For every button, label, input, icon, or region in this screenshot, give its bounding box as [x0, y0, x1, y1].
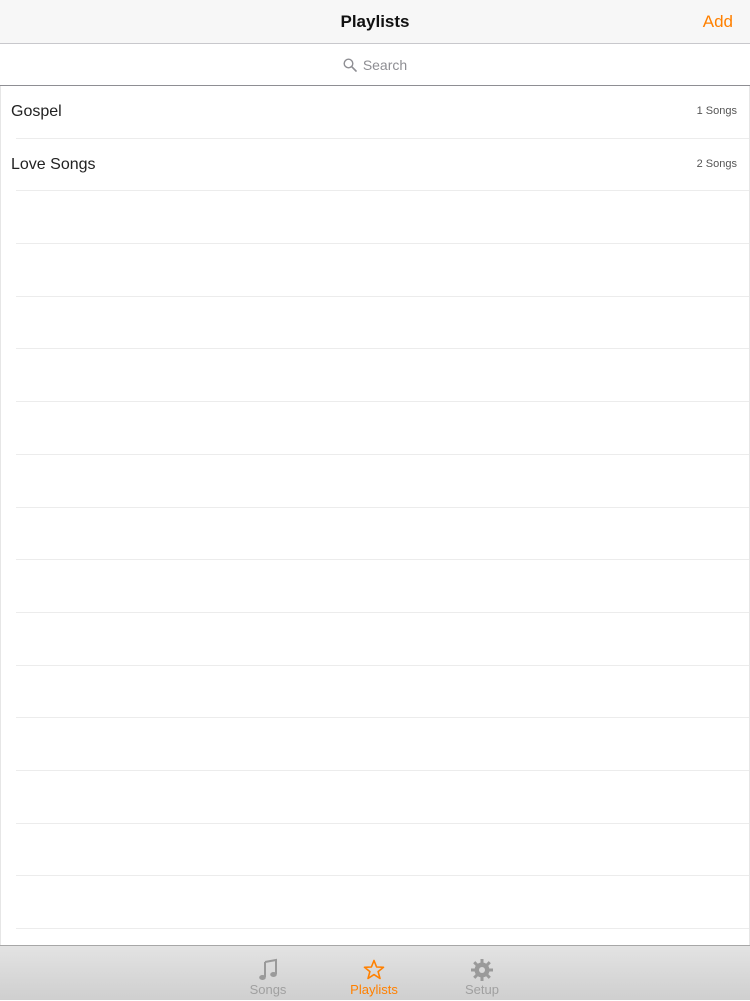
- playlist-song-count: 1 Songs: [696, 105, 737, 117]
- search-bar: Search: [0, 44, 750, 86]
- search-placeholder: Search: [362, 56, 408, 73]
- tab-songs[interactable]: Songs: [228, 946, 308, 1001]
- search-icon: [343, 57, 357, 72]
- empty-row: [16, 191, 749, 245]
- playlist-name: Gospel: [11, 103, 62, 120]
- tab-setup[interactable]: Setup: [442, 946, 522, 1001]
- empty-row: [16, 824, 749, 877]
- playlist-song-count: 2 Songs: [696, 157, 737, 170]
- empty-row: [16, 876, 749, 929]
- empty-row: [16, 613, 749, 666]
- playlist-list: Gospel 1 Songs Love Songs 2 Songs: [0, 86, 750, 945]
- empty-row: [16, 402, 749, 455]
- playlist-row-love-songs[interactable]: Love Songs 2 Songs: [11, 139, 749, 192]
- add-button[interactable]: Add: [703, 0, 733, 44]
- page-title: Playlists: [340, 12, 410, 31]
- empty-row: [16, 349, 749, 403]
- empty-row: [16, 718, 749, 771]
- gear-icon: [471, 959, 493, 981]
- empty-row: [16, 244, 749, 297]
- playlist-row-gospel[interactable]: Gospel 1 Songs: [11, 86, 749, 139]
- navigation-bar: Playlists Add: [0, 0, 750, 44]
- playlist-name: Love Songs: [11, 155, 96, 173]
- tab-label: Playlists: [350, 982, 398, 997]
- tab-label: Songs: [249, 982, 287, 997]
- star-icon: [363, 959, 385, 980]
- empty-row: [16, 560, 749, 613]
- search-input[interactable]: Search: [0, 44, 750, 85]
- tab-bar: Songs Playlists Setup: [0, 945, 750, 1000]
- empty-row: [16, 455, 749, 508]
- empty-row: [16, 771, 749, 824]
- empty-row: [16, 508, 749, 561]
- empty-row: [16, 929, 749, 945]
- music-note-icon: [259, 958, 277, 980]
- empty-row: [16, 666, 749, 719]
- empty-row: [16, 297, 749, 350]
- tab-playlists[interactable]: Playlists: [334, 946, 414, 1001]
- tab-label: Setup: [465, 982, 499, 997]
